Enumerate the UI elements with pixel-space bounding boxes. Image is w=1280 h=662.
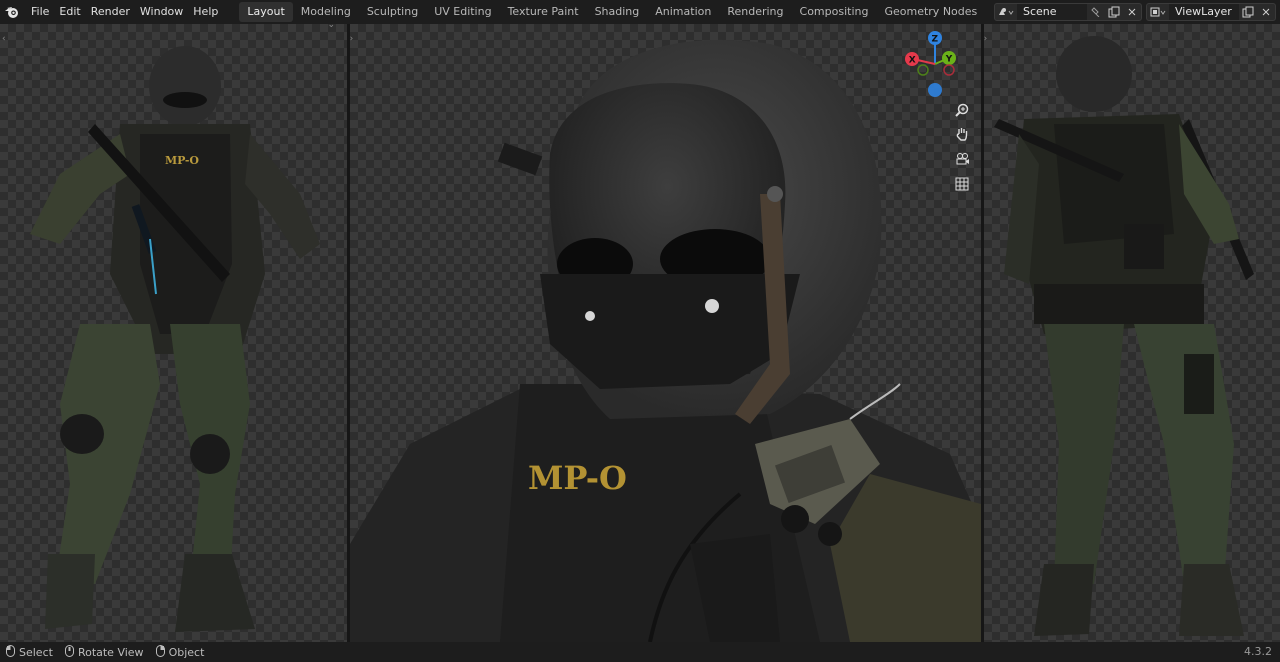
status-bar: Select Rotate View Object 4.3.2 [0,642,1280,662]
viewport-right[interactable]: ‹› [984,24,1280,642]
region-collapse-icon[interactable]: ⌄ [327,24,335,30]
region-toggle-icon[interactable]: ‹› [984,34,987,44]
camera-view-icon[interactable] [951,148,973,170]
tab-animation[interactable]: Animation [647,2,719,22]
rotate-view-hint-label: Rotate View [77,645,144,659]
vest-label-center: MP-O [528,459,627,497]
workspace-tabs: Layout Modeling Sculpting UV Editing Texture… [239,2,1074,22]
tab-uv-editing[interactable]: UV Editing [426,2,499,22]
pin-icon[interactable] [1087,4,1105,20]
menu-help[interactable]: Help [188,2,223,22]
main-menu: File Edit Render Window Help [26,2,223,22]
delete-scene-icon[interactable] [1123,4,1141,20]
scene-selector-area: Scene ViewLayer [994,2,1280,22]
view-layer-selector[interactable]: ViewLayer [1146,3,1276,21]
character-closeup-render: MP-O [350,39,981,642]
menu-window[interactable]: Window [135,2,188,22]
top-bar: File Edit Render Window Help Layout Modeling S… [0,0,1280,24]
blender-logo-icon[interactable] [0,0,24,24]
grid-view-icon[interactable] [951,173,973,195]
mouse-left-icon [6,644,15,660]
zoom-icon[interactable] [951,99,973,121]
tab-layout[interactable]: Layout [239,2,293,22]
delete-view-layer-icon[interactable] [1257,4,1275,20]
menu-edit[interactable]: Edit [54,2,85,22]
object-hint: Object [155,644,205,660]
menu-render[interactable]: Render [86,2,135,22]
region-toggle-icon[interactable]: ‹› [350,34,353,44]
select-hint: Select [6,644,53,660]
new-scene-icon[interactable] [1105,4,1123,20]
character-back-render [994,36,1254,636]
version-label: 4.3.2 [1244,645,1272,658]
menu-file[interactable]: File [26,2,54,22]
tab-geometry-nodes[interactable]: Geometry Nodes [876,2,985,22]
region-toggle-icon[interactable]: ‹ [2,34,6,44]
tab-sculpting[interactable]: Sculpting [359,2,426,22]
mouse-right-icon [155,644,165,660]
mouse-middle-icon [64,644,74,660]
gizmo-x-label: X [909,56,916,66]
object-hint-label: Object [168,645,205,659]
select-hint-label: Select [19,645,53,659]
scene-selector[interactable]: Scene [994,3,1142,21]
tab-rendering[interactable]: Rendering [719,2,791,22]
navigation-gizmo[interactable]: Z Y X [903,30,973,100]
character-front-render: MP-O [30,46,320,632]
rotate-view-hint: Rotate View [64,644,144,660]
gizmo-y-label: Y [945,55,953,65]
viewport-left[interactable]: ‹ ⌄ MP-O [0,24,347,642]
scene-name-field[interactable]: Scene [1017,4,1087,20]
viewport-center[interactable]: ‹› MP-O [350,24,981,642]
tab-shading[interactable]: Shading [587,2,648,22]
gizmo-z-label: Z [932,35,939,45]
tab-texture-paint[interactable]: Texture Paint [500,2,587,22]
scene-icon [995,4,1017,20]
tab-compositing[interactable]: Compositing [792,2,877,22]
tab-modeling[interactable]: Modeling [293,2,359,22]
view-layer-icon [1147,4,1169,20]
new-view-layer-icon[interactable] [1239,4,1257,20]
pan-hand-icon[interactable] [951,123,973,145]
vest-label-left: MP-O [165,154,199,167]
view-layer-name-field[interactable]: ViewLayer [1169,4,1239,20]
